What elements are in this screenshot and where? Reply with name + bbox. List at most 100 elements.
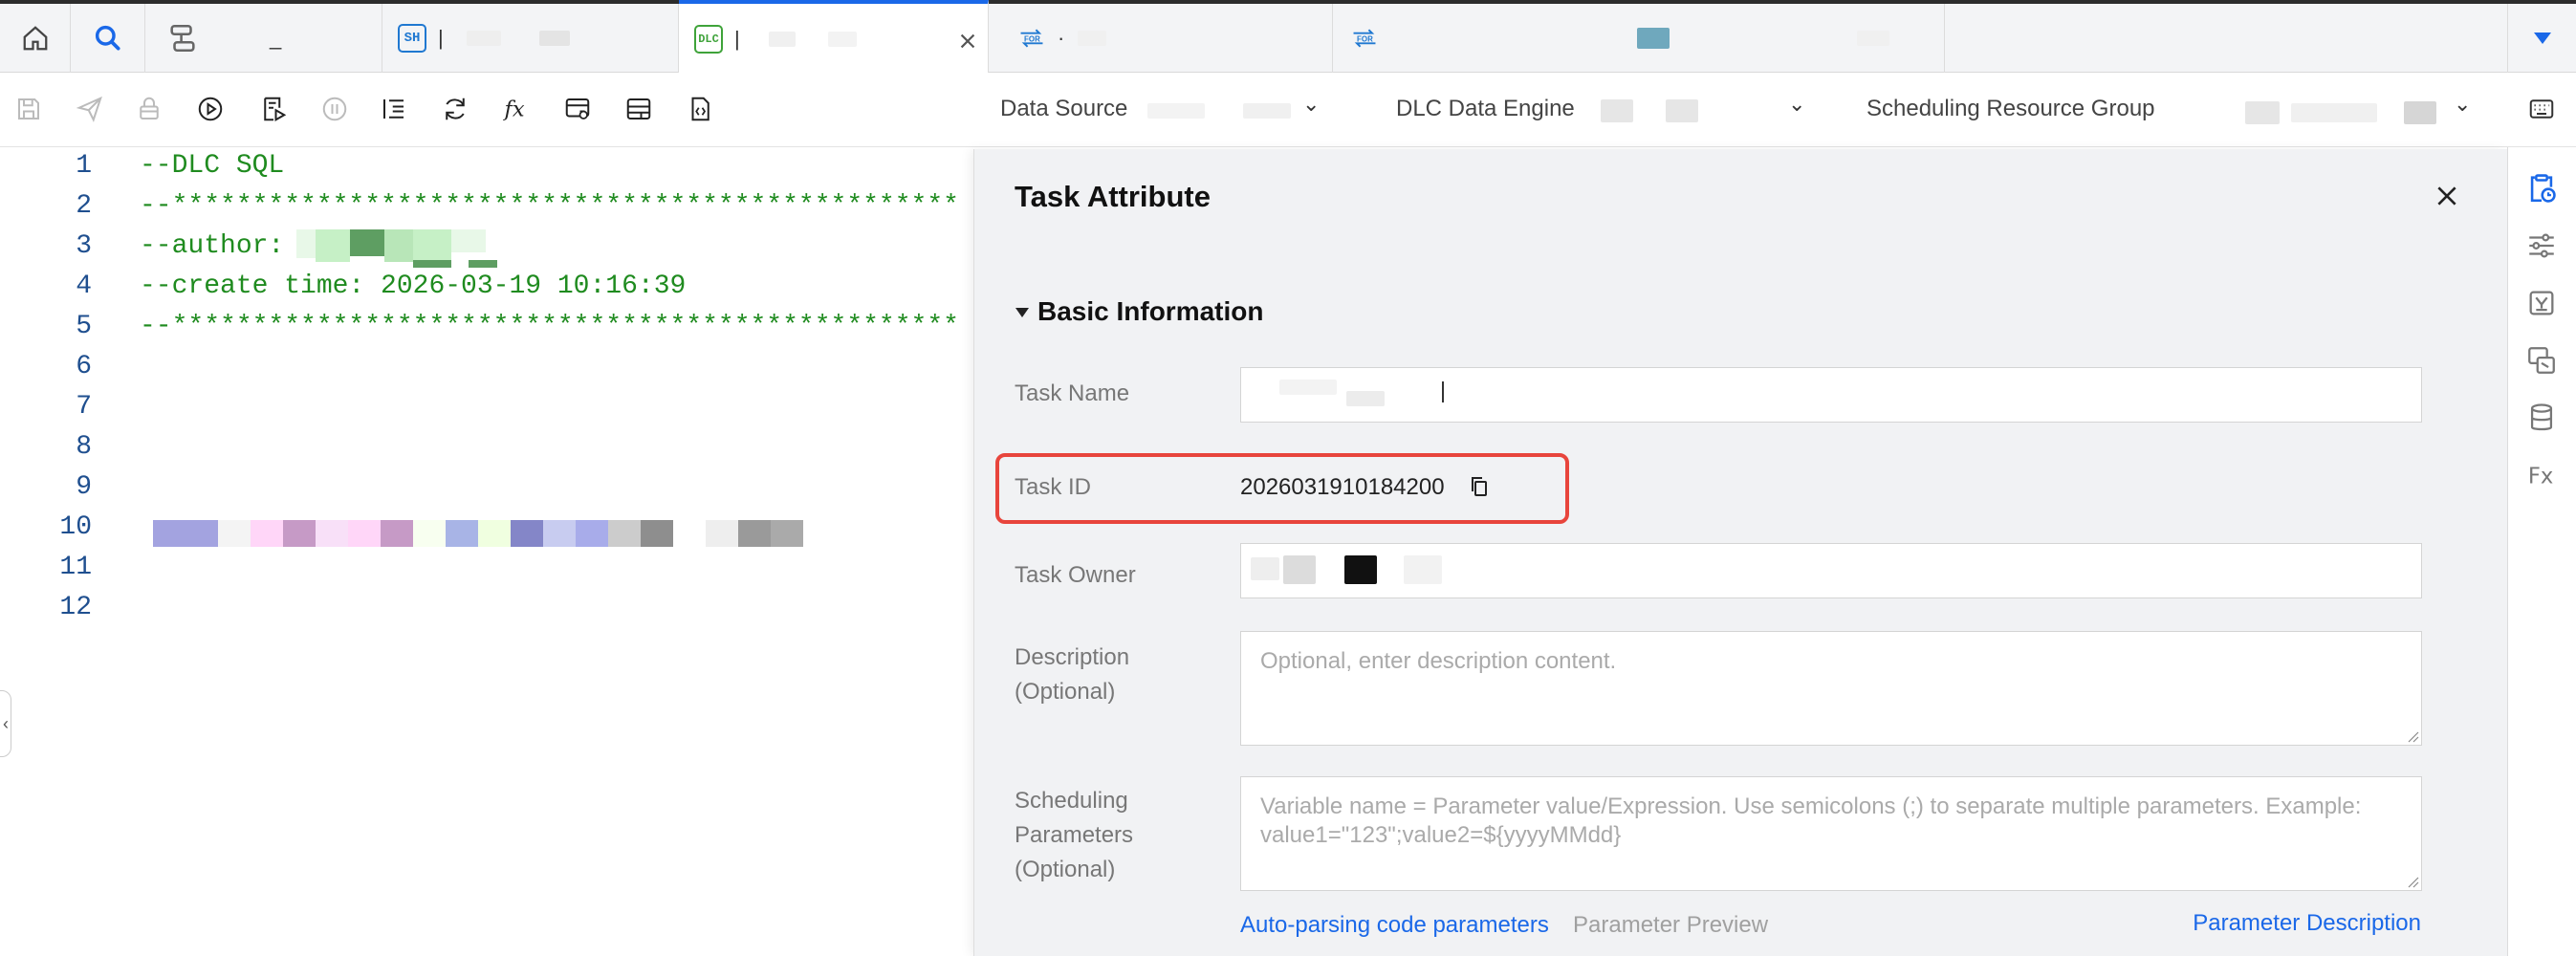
redacted-text [1251, 557, 1279, 580]
param-preview-link[interactable]: Parameter Preview [1573, 912, 1768, 939]
more-tabs-button[interactable] [2507, 4, 2576, 73]
code-line[interactable]: 5 --*************************************… [0, 308, 975, 348]
collapse-sidebar-button[interactable]: ‹ [0, 690, 11, 757]
run-selection-icon [264, 97, 287, 121]
code-line[interactable]: 7 [0, 388, 975, 428]
svg-text:FOR: FOR [1357, 35, 1373, 44]
code-line[interactable]: 2 --*************************************… [0, 187, 975, 228]
redacted-block [771, 520, 803, 547]
resource-group-select[interactable]: ⌄ [2228, 92, 2478, 124]
redacted-block [153, 520, 186, 547]
lineage-rail-button[interactable] [2525, 344, 2560, 379]
code-text: --**************************************… [140, 312, 959, 341]
tab-shell[interactable]: SH | [382, 4, 679, 73]
description-label: Description (Optional) [1015, 644, 1130, 705]
code-file-button[interactable] [683, 92, 717, 126]
task-id-value: 2026031910184200 [1240, 474, 1445, 500]
code-line[interactable]: 6 [0, 348, 975, 388]
redacted-block [446, 520, 478, 547]
tab-for-2[interactable]: FOR [1333, 4, 1945, 73]
resize-handle-icon[interactable] [2406, 875, 2419, 888]
redacted-text [1346, 391, 1385, 406]
tab-workflow[interactable]: _ [145, 4, 382, 73]
redacted-author [296, 229, 507, 268]
send-icon [76, 96, 102, 122]
redacted-block [673, 520, 706, 547]
line-number: 6 [76, 352, 92, 381]
save-button[interactable] [11, 92, 46, 126]
task-id-label: Task ID [1015, 474, 1092, 500]
sliders-icon [2529, 233, 2554, 258]
stop-button[interactable] [317, 92, 352, 126]
code-line[interactable]: 1 --DLC SQL [0, 147, 975, 187]
tab-dlc-active[interactable]: DLC | [679, 0, 989, 74]
settings-rail-button[interactable] [2525, 229, 2560, 264]
data-source-select[interactable]: ⌄ [1138, 92, 1339, 124]
redacted-block [384, 229, 413, 262]
redacted-block [511, 520, 543, 547]
resize-handle-icon[interactable] [2406, 729, 2419, 743]
clipboard-clock-icon [2530, 174, 2556, 203]
redacted-text [1279, 380, 1337, 395]
basic-info-section-toggle[interactable]: Basic Information [1015, 296, 1263, 327]
lock-button[interactable] [132, 92, 166, 126]
code-text: --author: [140, 231, 285, 261]
redacted-text [1283, 555, 1316, 584]
submit-button[interactable] [73, 92, 107, 126]
auto-parse-link[interactable]: Auto-parsing code parameters [1240, 912, 1549, 939]
close-panel-button[interactable] [2434, 178, 2459, 217]
line-number: 8 [76, 432, 92, 462]
format-button[interactable] [377, 92, 411, 126]
data-source-label: Data Source [1000, 96, 1128, 121]
function-rail-button[interactable]: Fx [2525, 459, 2560, 493]
lineage-icon [2528, 347, 2555, 374]
engine-label: DLC Data Engine [1396, 96, 1575, 121]
shell-icon: SH [398, 24, 426, 53]
code-line[interactable]: 12 [0, 589, 975, 629]
database-rail-button[interactable] [2525, 402, 2560, 436]
close-tab-icon[interactable] [957, 31, 978, 52]
for-loop-icon: FOR [1350, 24, 1379, 53]
run-selected-button[interactable] [256, 92, 291, 126]
fx-icon: Fx [2528, 465, 2553, 489]
task-owner-field[interactable] [1240, 543, 2422, 598]
param-description-link[interactable]: Parameter Description [2193, 910, 2421, 937]
engine-select[interactable]: ⌄ [1587, 92, 1817, 124]
line-number: 10 [59, 512, 92, 542]
refresh-button[interactable] [438, 92, 472, 126]
layout-icon [626, 98, 651, 120]
task-name-input[interactable] [1240, 367, 2422, 423]
redacted-text [2404, 101, 2436, 124]
caret-down-icon [2533, 33, 2551, 44]
code-file-icon [691, 97, 709, 121]
sched-params-textarea[interactable]: Variable name = Parameter value/Expressi… [1240, 776, 2422, 891]
line-number: 1 [76, 151, 92, 181]
redacted-block [186, 520, 218, 547]
tab-search[interactable] [71, 4, 145, 73]
code-line[interactable]: 11 [0, 549, 975, 589]
pause-circle-icon [322, 97, 347, 121]
redacted-block [283, 520, 316, 547]
redacted-text [768, 31, 796, 47]
run-button[interactable] [193, 92, 228, 126]
chevron-left-icon: ‹ [3, 713, 9, 733]
variable-button[interactable] [560, 92, 595, 126]
copy-task-id-button[interactable] [1468, 474, 1491, 504]
task-attribute-rail-button[interactable] [2525, 172, 2560, 206]
code-editor[interactable]: 1 --DLC SQL 2 --***************************… [0, 147, 975, 956]
description-textarea[interactable]: Optional, enter description content. [1240, 631, 2422, 746]
layout-button[interactable] [622, 92, 656, 126]
tab-for-1[interactable]: FOR · [989, 4, 1333, 73]
tab-home[interactable] [0, 4, 71, 73]
section-title: Basic Information [1037, 296, 1264, 326]
code-line[interactable]: 9 [0, 468, 975, 509]
redacted-block [451, 229, 486, 252]
version-rail-button[interactable] [2525, 287, 2560, 321]
code-line[interactable]: 8 [0, 428, 975, 468]
code-line[interactable]: 4 --create time: 2026-03-19 10:16:39 [0, 268, 975, 308]
keyboard-button[interactable] [2524, 92, 2559, 126]
redacted-text [2245, 101, 2280, 124]
redacted-block [413, 229, 451, 260]
function-button[interactable]: fx [499, 92, 534, 126]
redacted-block [381, 520, 413, 547]
